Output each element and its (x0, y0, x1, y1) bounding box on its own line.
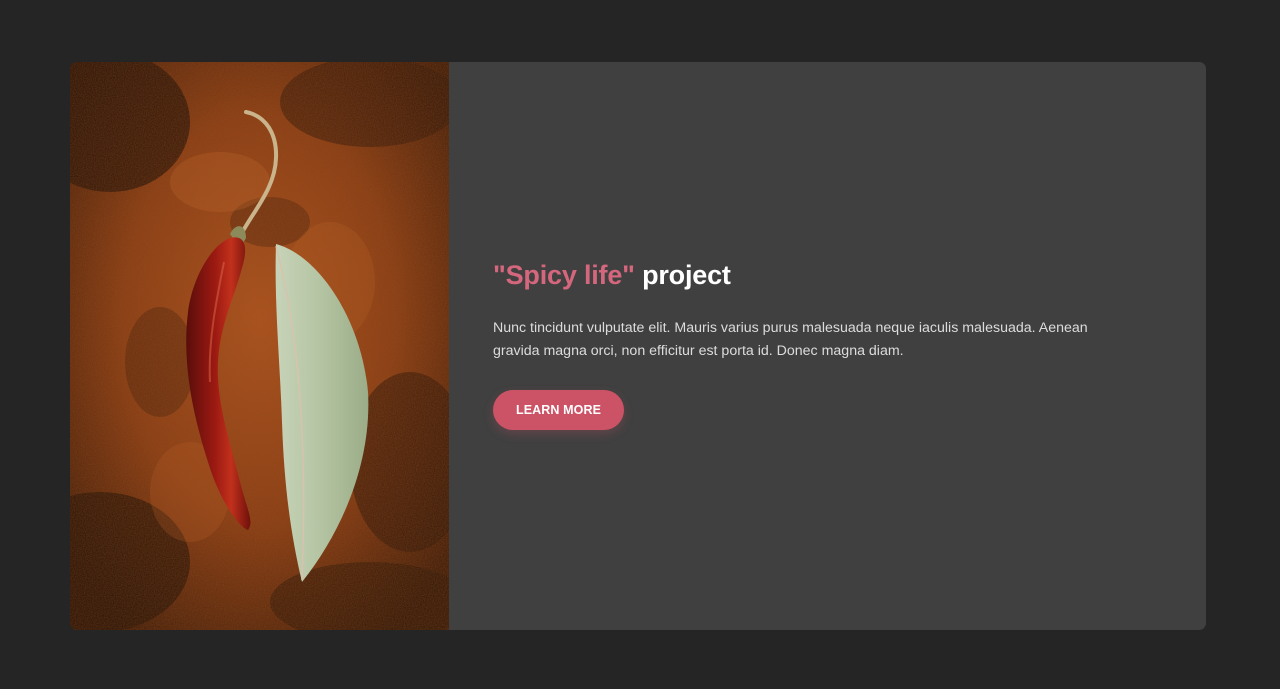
spice-photo (70, 62, 449, 630)
card-content: "Spicy life" project Nunc tincidunt vulp… (449, 62, 1206, 630)
project-card: "Spicy life" project Nunc tincidunt vulp… (70, 62, 1206, 630)
project-title-rest: project (642, 260, 731, 290)
project-title: "Spicy life" project (493, 260, 731, 291)
learn-more-button[interactable]: LEARN MORE (493, 390, 624, 430)
project-description: Nunc tincidunt vulputate elit. Mauris va… (493, 320, 1088, 359)
project-title-accent: "Spicy life" (493, 260, 635, 290)
